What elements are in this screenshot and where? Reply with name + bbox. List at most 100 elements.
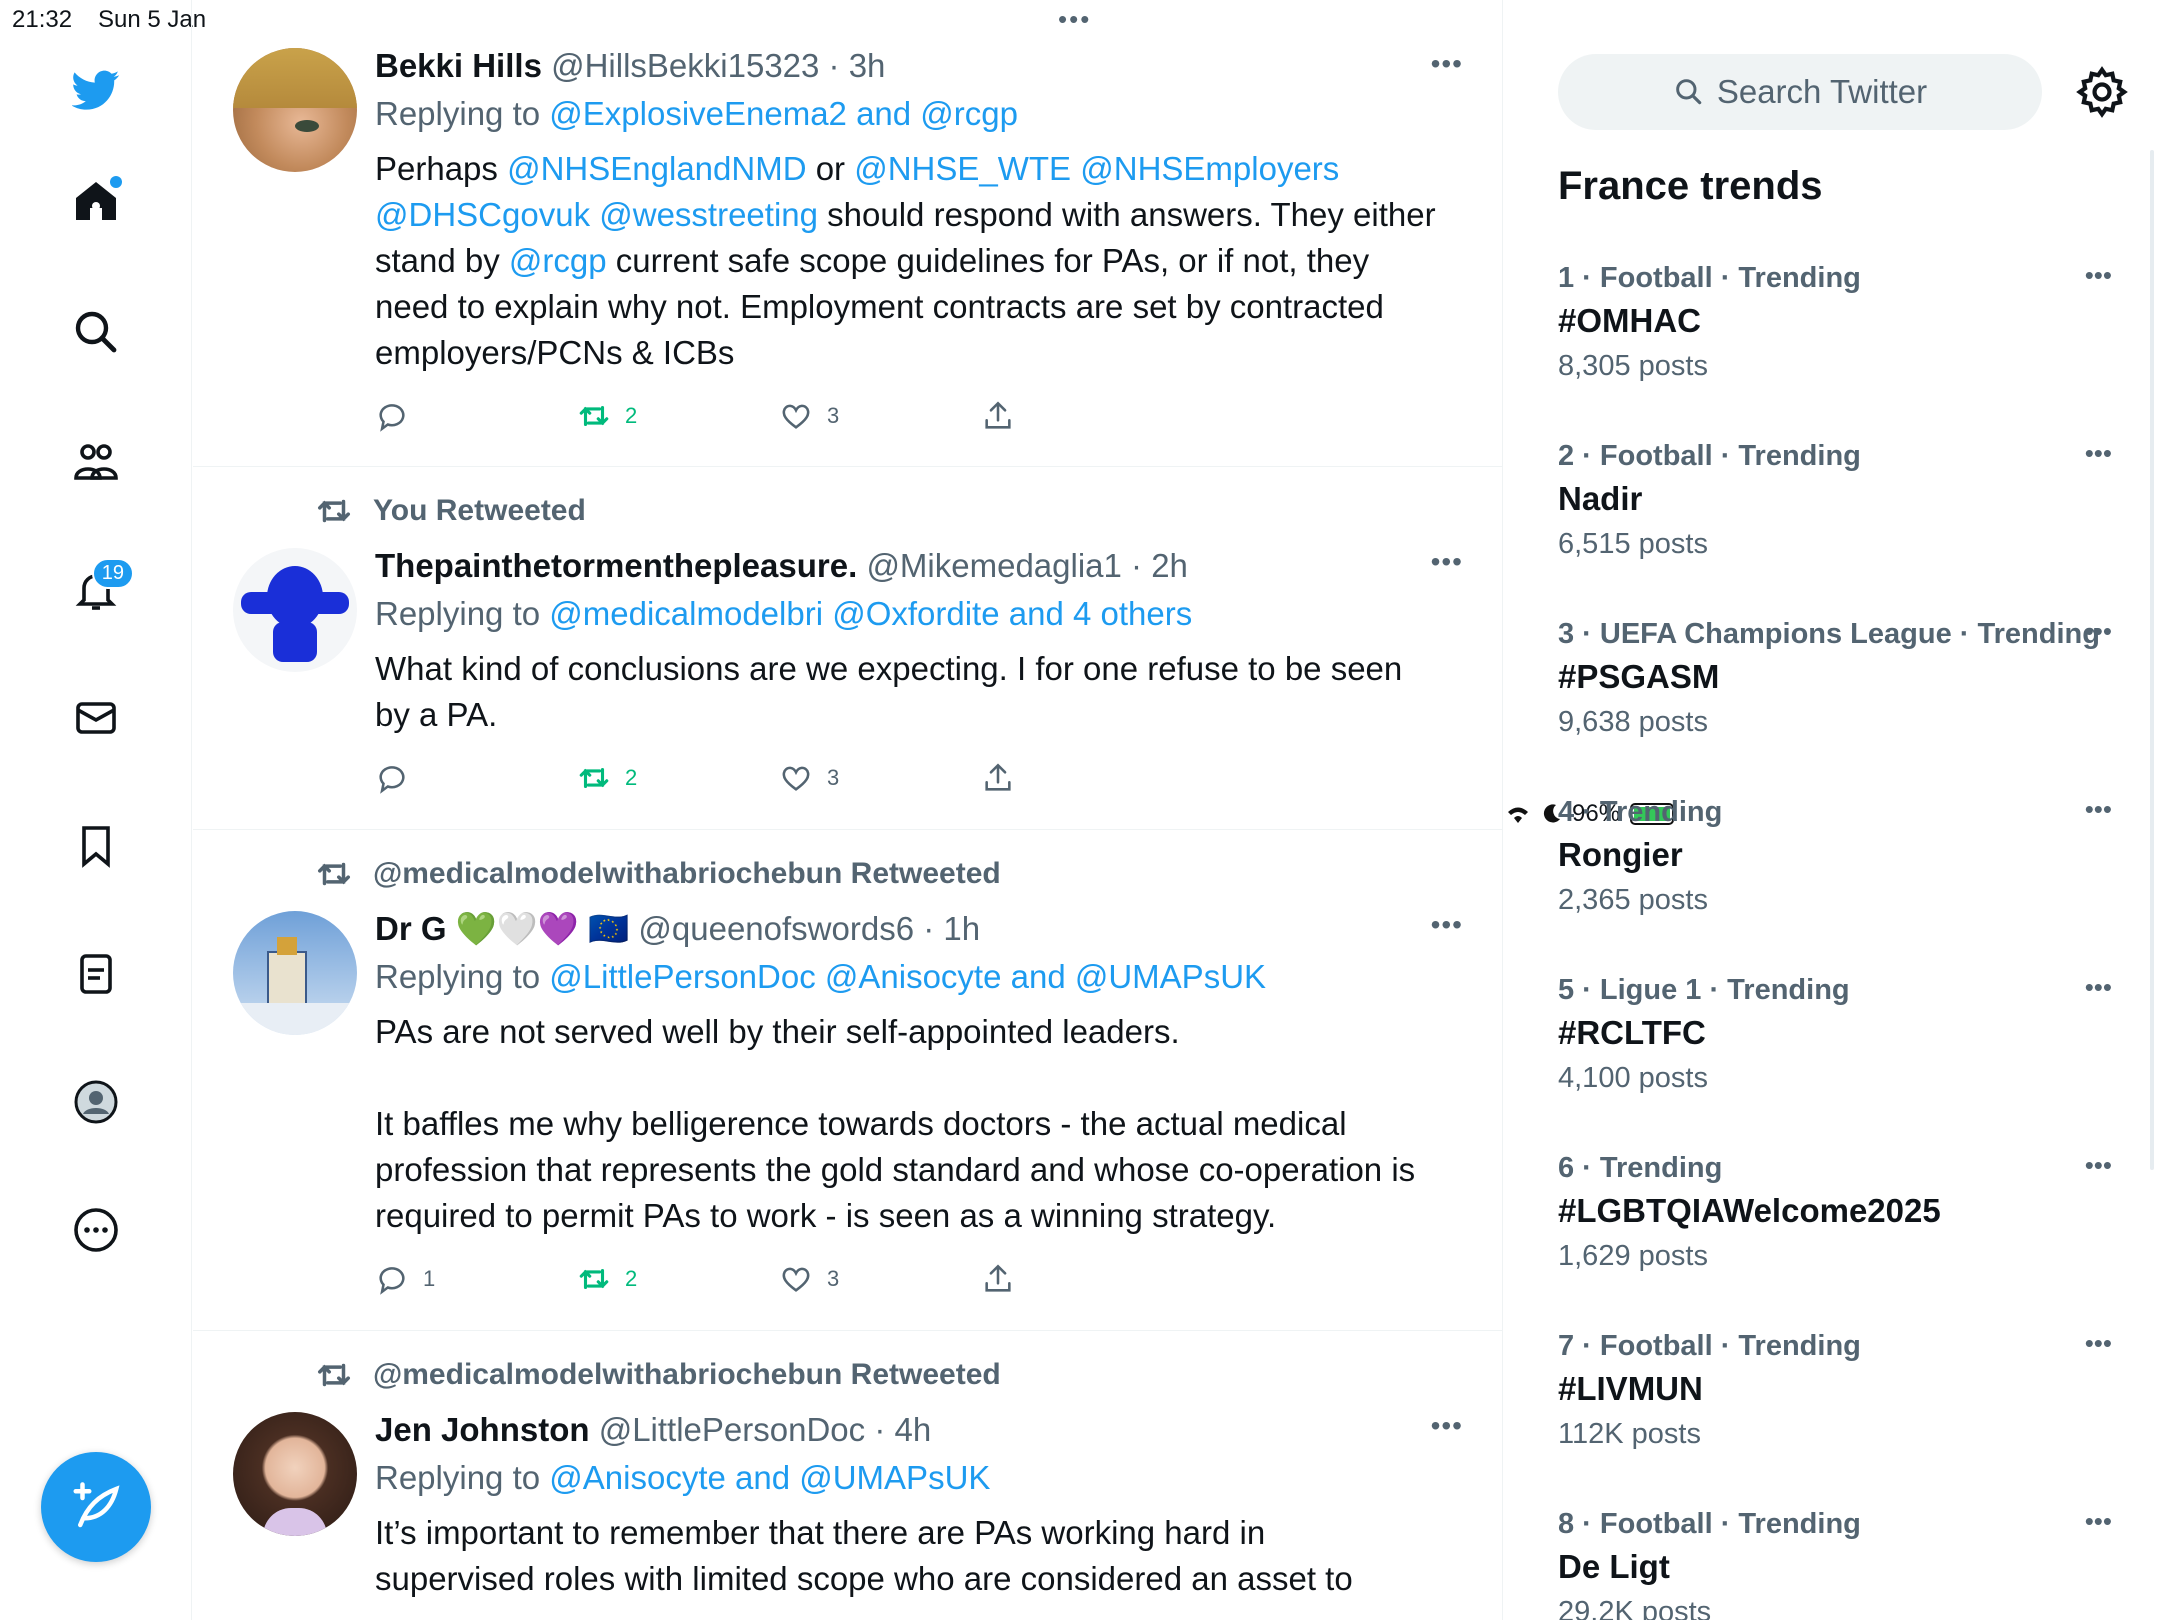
trend-item[interactable]: 5 · Ligue 1 · Trending #RCLTFC 4,100 pos… — [1558, 970, 2118, 1100]
trend-meta: 5 · Ligue 1 · Trending — [1558, 974, 1850, 1006]
mention-link[interactable]: @NHSEnglandNMD — [507, 150, 806, 187]
tweet-body: What kind of conclusions are we expectin… — [375, 646, 1475, 738]
trend-more-icon[interactable]: ••• — [2085, 794, 2112, 825]
trend-item[interactable]: 3 · UEFA Champions League · Trending #PS… — [1558, 614, 2118, 744]
reply-icon — [379, 404, 405, 432]
left-navigation: 19 — [0, 0, 192, 1620]
search-input[interactable]: Search Twitter — [1558, 54, 2042, 130]
trend-more-icon[interactable]: ••• — [2085, 616, 2112, 647]
author-name[interactable]: Thepainthetormenthepleasure. — [375, 547, 857, 584]
avatar[interactable] — [233, 1412, 357, 1536]
twitter-logo-icon[interactable] — [66, 60, 126, 120]
reply-button[interactable] — [375, 761, 577, 795]
trend-item[interactable]: 2 · Football · Trending Nadir 6,515 post… — [1558, 436, 2118, 566]
retweet-context-label[interactable]: You Retweeted — [373, 494, 586, 528]
trend-more-icon[interactable]: ••• — [2085, 972, 2112, 1003]
tweet-more-icon[interactable]: ••• — [1431, 909, 1463, 941]
retweet-context-label[interactable]: @medicalmodelwithabriochebun Retweeted — [373, 857, 1001, 891]
replying-to-link[interactable]: @Anisocyte and @UMAPsUK — [549, 1459, 990, 1496]
trend-meta: 8 · Football · Trending — [1558, 1508, 1861, 1540]
avatar[interactable] — [233, 911, 357, 1035]
author-handle-time[interactable]: @queenofswords6 · 1h — [638, 910, 980, 947]
trend-item[interactable]: 4 · Trending Rongier 2,365 posts ••• — [1558, 792, 2118, 922]
mention-link[interactable]: @rcgp — [509, 242, 607, 279]
body-line: by a PA. — [375, 696, 498, 733]
reply-count: 1 — [423, 1266, 436, 1291]
retweet-button[interactable]: 2 — [577, 761, 779, 795]
tweet[interactable]: @medicalmodelwithabriochebun Retweeted D… — [193, 831, 1502, 1331]
lists-icon[interactable] — [66, 944, 126, 1004]
author-name[interactable]: Dr G — [375, 910, 447, 947]
like-button[interactable]: 3 — [779, 1262, 981, 1296]
trend-topic: Nadir — [1558, 480, 1643, 517]
tweet-actions: 2 3 — [375, 758, 1183, 798]
sidebar-scrollbar[interactable] — [2150, 150, 2154, 1170]
tweet-more-icon[interactable]: ••• — [1431, 48, 1463, 80]
trend-more-icon[interactable]: ••• — [2085, 1150, 2112, 1181]
retweet-context-label[interactable]: @medicalmodelwithabriochebun Retweeted — [373, 1358, 1001, 1392]
retweet-icon — [579, 1268, 609, 1290]
mention-link[interactable]: @NHSE_WTE @NHSEmployers — [854, 150, 1339, 187]
trend-count: 8,305 posts — [1558, 350, 1708, 382]
trend-item[interactable]: 1 · Football · Trending #OMHAC 8,305 pos… — [1558, 258, 2118, 388]
share-button[interactable] — [981, 1262, 1183, 1296]
retweet-button[interactable]: 2 — [577, 1262, 779, 1296]
gear-icon[interactable] — [2074, 64, 2130, 120]
messages-mail-icon[interactable] — [66, 688, 126, 748]
compose-tweet-button[interactable] — [41, 1452, 151, 1562]
retweet-icon — [579, 405, 609, 427]
share-icon — [985, 1264, 1011, 1292]
trend-more-icon[interactable]: ••• — [2085, 1328, 2112, 1359]
body-text: Perhaps — [375, 150, 508, 187]
tweet-more-icon[interactable]: ••• — [1431, 546, 1463, 578]
retweet-button[interactable]: 2 — [577, 399, 779, 433]
communities-icon[interactable] — [66, 432, 126, 492]
explore-search-icon[interactable] — [66, 302, 126, 362]
trend-more-icon[interactable]: ••• — [2085, 438, 2112, 469]
trend-more-icon[interactable]: ••• — [2085, 260, 2112, 291]
replying-to-link[interactable]: @LittlePersonDoc @Anisocyte and @UMAPsUK — [549, 958, 1266, 995]
bookmarks-icon[interactable] — [66, 816, 126, 876]
trend-more-icon[interactable]: ••• — [2085, 1506, 2112, 1537]
body-text: need to explain why not. Employment cont… — [375, 288, 1384, 325]
timeline[interactable]: Bekki Hills @HillsBekki15323 · 3h Replyi… — [193, 0, 1503, 1620]
trend-item[interactable]: 8 · Football · Trending De Ligt 29.2K po… — [1558, 1504, 2118, 1620]
author-handle-time[interactable]: @Mikemedaglia1 · 2h — [866, 547, 1187, 584]
profile-avatar-icon[interactable] — [66, 1072, 126, 1132]
tweet-more-icon[interactable]: ••• — [1431, 1410, 1463, 1442]
author-name[interactable]: Bekki Hills — [375, 47, 542, 84]
body-line: profession that represents the gold stan… — [375, 1151, 1416, 1188]
tweet-actions: 1 2 3 — [375, 1259, 1183, 1299]
mention-link[interactable]: @DHSCgovuk @wesstreeting — [375, 196, 818, 233]
trend-topic: De Ligt — [1558, 1548, 1670, 1585]
replying-to-prefix: Replying to — [375, 595, 550, 632]
like-count: 3 — [827, 403, 840, 428]
share-button[interactable] — [981, 761, 1183, 795]
more-options-icon[interactable] — [66, 1200, 126, 1260]
trend-item[interactable]: 6 · Trending #LGBTQIAWelcome2025 1,629 p… — [1558, 1148, 2118, 1278]
like-button[interactable]: 3 — [779, 399, 981, 433]
trend-item[interactable]: 7 · Football · Trending #LIVMUN 112K pos… — [1558, 1326, 2118, 1456]
author-name[interactable]: Jen Johnston — [375, 1411, 590, 1448]
trend-count: 9,638 posts — [1558, 706, 1708, 738]
replying-to-link[interactable]: @ExplosiveEnema2 and @rcgp — [549, 95, 1018, 132]
like-button[interactable]: 3 — [779, 761, 981, 795]
author-handle-time[interactable]: @LittlePersonDoc · 4h — [599, 1411, 931, 1448]
body-text: stand by — [375, 242, 509, 279]
share-button[interactable] — [981, 399, 1183, 433]
replying-to-link[interactable]: @medicalmodelbri @Oxfordite and 4 others — [549, 595, 1192, 632]
tweet-actions: 2 3 — [375, 396, 1183, 436]
reply-button[interactable] — [375, 399, 577, 433]
tweet[interactable]: You Retweeted Thepainthetormenthepleasur… — [193, 468, 1502, 830]
home-icon[interactable] — [66, 172, 126, 232]
trend-topic: #LGBTQIAWelcome2025 — [1558, 1192, 1941, 1229]
body-line: It’s important to remember that there ar… — [375, 1514, 1266, 1551]
tweet[interactable]: @medicalmodelwithabriochebun Retweeted J… — [193, 1332, 1502, 1620]
reply-button[interactable]: 1 — [375, 1262, 577, 1296]
reply-icon — [379, 1267, 405, 1295]
author-handle-time[interactable]: @HillsBekki15323 · 3h — [551, 47, 885, 84]
notifications-bell-icon[interactable]: 19 — [66, 558, 134, 620]
tweet[interactable]: Bekki Hills @HillsBekki15323 · 3h Replyi… — [193, 0, 1502, 467]
avatar[interactable] — [233, 548, 357, 672]
avatar[interactable] — [233, 48, 357, 172]
